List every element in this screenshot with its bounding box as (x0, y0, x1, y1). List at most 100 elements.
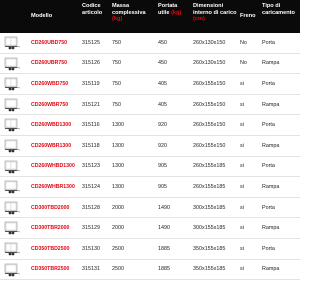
cell-capacity: 920 (158, 122, 167, 129)
header-mass: Massa complessiva (kg) (112, 3, 146, 22)
cell-capacity: 905 (158, 183, 167, 190)
cell-brake: si (240, 163, 244, 170)
cell-mass: 2500 (112, 245, 124, 252)
header-dimensions: Dimensioni interno di carico (cm) (193, 3, 237, 22)
trailer-thumbnail-icon (4, 160, 21, 173)
table-row: CD260WHBR1300 315124 1300 905 260x155x18… (0, 177, 300, 198)
cell-brake: si (240, 225, 244, 232)
cell-code: 315116 (82, 122, 100, 129)
cell-dimensions: 260x155x150 (193, 101, 226, 108)
header-dim-unit: (cm) (193, 16, 205, 22)
table-row: CD350TBR2500 315131 2500 1885 350x155x18… (0, 260, 300, 281)
cell-capacity: 905 (158, 163, 167, 170)
cell-capacity: 450 (158, 60, 167, 67)
trailer-thumbnail-icon (4, 222, 21, 235)
cell-code: 315124 (82, 183, 100, 190)
cell-brake: No (240, 60, 247, 67)
trailer-thumbnail-icon (4, 57, 21, 70)
cell-brake: si (240, 122, 244, 129)
cell-code: 315131 (82, 266, 100, 273)
cell-model: CD260WBD750 (31, 80, 69, 87)
cell-mass: 2000 (112, 225, 124, 232)
cell-type: Rampa (262, 225, 280, 232)
cell-model: CD260WHBD1300 (31, 163, 75, 170)
header-capacity-unit: (kg) (171, 9, 182, 16)
cell-dimensions: 260x130x150 (193, 60, 226, 67)
cell-capacity: 1490 (158, 225, 170, 232)
cell-mass: 2000 (112, 204, 124, 211)
table-row: CD300TBD2000 315128 2000 1490 300x155x18… (0, 198, 300, 219)
cell-mass: 1300 (112, 183, 124, 190)
cell-brake: No (240, 39, 247, 46)
table-row: CD350TBD2500 315130 2500 1885 350x155x18… (0, 239, 300, 260)
cell-capacity: 450 (158, 39, 167, 46)
cell-code: 315128 (82, 204, 100, 211)
cell-type: Rampa (262, 101, 280, 108)
cell-mass: 1300 (112, 142, 124, 149)
cell-dimensions: 260x155x150 (193, 142, 226, 149)
cell-capacity: 920 (158, 142, 167, 149)
product-table: Modello Codice articolo Massa complessiva(… (0, 0, 300, 282)
cell-model: CD260WBD1300 (31, 122, 72, 129)
cell-code: 315126 (82, 60, 100, 67)
cell-type: Porta (262, 163, 275, 170)
cell-mass: 750 (112, 80, 121, 87)
cell-brake: si (240, 204, 244, 211)
cell-dimensions: 350x155x185 (193, 245, 226, 252)
cell-type: Rampa (262, 266, 280, 273)
cell-dimensions: 260x155x185 (193, 163, 226, 170)
cell-dimensions: 260x155x185 (193, 183, 226, 190)
trailer-thumbnail-icon (4, 36, 21, 50)
cell-code: 315118 (82, 142, 100, 149)
trailer-thumbnail-icon (4, 98, 21, 112)
cell-model: CD260UBD750 (31, 39, 68, 46)
cell-brake: si (240, 142, 244, 149)
table-row: CD260WBR1300 315118 1300 920 260x155x150… (0, 136, 300, 157)
cell-dimensions: 260x155x150 (193, 80, 226, 87)
cell-code: 315121 (82, 101, 100, 108)
cell-capacity: 1490 (158, 204, 170, 211)
trailer-thumbnail-icon (4, 77, 21, 91)
cell-model: CD260WBR1300 (31, 142, 72, 149)
header-model: Modello (31, 13, 53, 20)
cell-dimensions: 260x155x150 (193, 122, 226, 129)
cell-brake: si (240, 266, 244, 273)
cell-code: 315125 (82, 39, 100, 46)
cell-type: Rampa (262, 183, 280, 190)
cell-model: CD350TBD2500 (31, 245, 70, 252)
table-header: Modello Codice articolo Massa complessiva(… (0, 0, 300, 33)
cell-brake: si (240, 80, 244, 87)
cell-type: Porta (262, 122, 275, 129)
cell-dimensions: 260x130x150 (193, 39, 226, 46)
table-row: CD260WBD1300 315116 1300 920 260x155x150… (0, 115, 300, 136)
cell-brake: si (240, 245, 244, 252)
table-row: CD300TBR2000 315129 2000 1490 300x155x18… (0, 218, 300, 239)
cell-code: 315123 (82, 163, 100, 170)
cell-model: CD260WBR750 (31, 101, 69, 108)
cell-type: Porta (262, 39, 275, 46)
cell-dimensions: 300x155x185 (193, 225, 226, 232)
cell-code: 315129 (82, 225, 100, 232)
cell-dimensions: 350x155x185 (193, 266, 226, 273)
cell-type: Rampa (262, 142, 280, 149)
cell-type: Porta (262, 80, 275, 87)
table-row: CD260UBR750 315126 750 450 260x130x150 N… (0, 54, 300, 75)
table-row: CD260WBR750 315121 750 405 260x155x150 s… (0, 95, 300, 116)
cell-brake: si (240, 183, 244, 190)
header-code: Codice articolo (82, 3, 103, 16)
header-capacity: Portata utile (kg) (158, 3, 182, 16)
cell-code: 315119 (82, 80, 100, 87)
cell-mass: 750 (112, 101, 121, 108)
header-type: Tipo di caricamento (262, 3, 295, 16)
trailer-thumbnail-icon (4, 263, 21, 276)
cell-dimensions: 300x155x185 (193, 204, 226, 211)
trailer-thumbnail-icon (4, 242, 21, 256)
trailer-thumbnail-icon (4, 180, 21, 194)
cell-type: Porta (262, 245, 275, 252)
cell-mass: 750 (112, 39, 121, 46)
table-row: CD260WBD750 315119 750 405 260x155x150 s… (0, 74, 300, 95)
header-brake: Freno (240, 13, 256, 20)
cell-type: Rampa (262, 60, 280, 67)
cell-type: Porta (262, 204, 275, 211)
cell-mass: 1300 (112, 122, 124, 129)
